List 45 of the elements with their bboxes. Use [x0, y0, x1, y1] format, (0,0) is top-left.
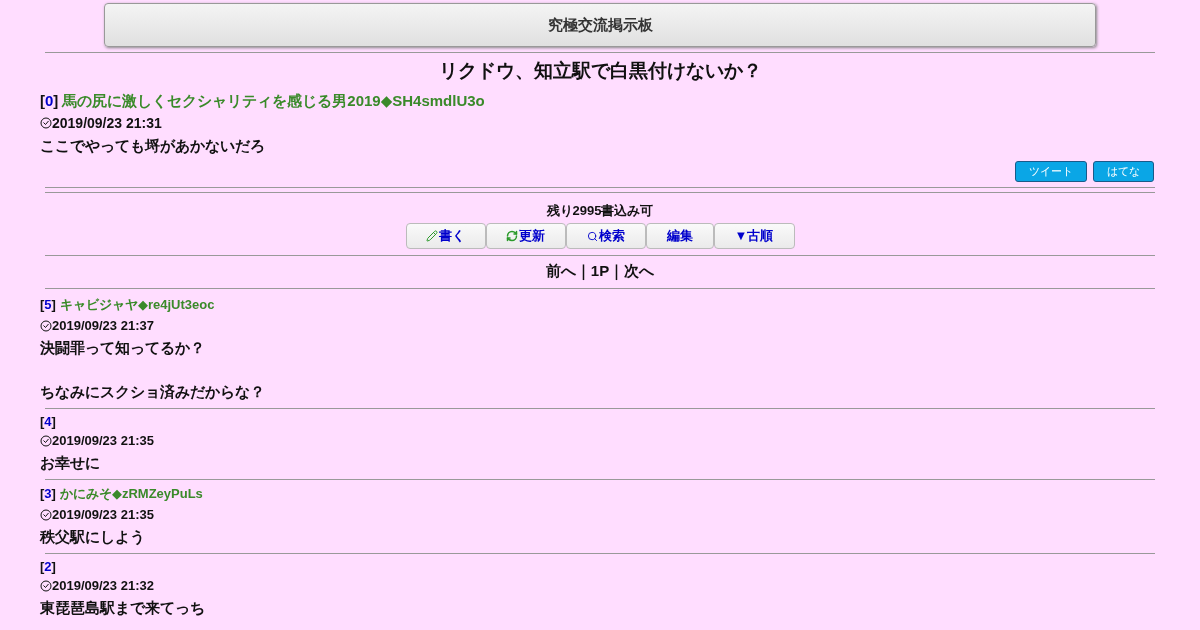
- toolbar-button[interactable]: 書く: [405, 223, 486, 249]
- clock-icon: [40, 508, 52, 521]
- post-number-link[interactable]: 3: [44, 486, 52, 501]
- post-number-link[interactable]: 4: [44, 414, 52, 429]
- post-number-link[interactable]: 2: [44, 559, 52, 574]
- post-body: 東琵琶島駅まで来てっち: [40, 598, 206, 618]
- board-title-bar[interactable]: 究極交流掲示板: [104, 3, 1096, 47]
- post-date: 2019/09/23 21:32: [52, 578, 154, 593]
- pager-separator: ｜: [575, 262, 591, 281]
- post-date: 2019/09/23 21:35: [52, 433, 154, 448]
- post-body: お幸せに: [40, 453, 101, 473]
- page-number: 1P: [590, 262, 610, 281]
- toolbar-button[interactable]: ▼古順: [713, 223, 795, 249]
- remaining-posts: 残り2995書込み可: [546, 202, 654, 220]
- prev-link[interactable]: 前へ: [545, 262, 576, 281]
- post-number: [2]: [40, 559, 56, 574]
- clock-icon: [40, 579, 52, 592]
- toolbar-button[interactable]: 検索: [565, 223, 646, 249]
- poster-name: かにみそ◆zRMZeyPuLs: [59, 485, 203, 503]
- post-number-link[interactable]: 5: [44, 297, 52, 312]
- post-body: ちなみにスクショ済みだからな？: [40, 382, 266, 402]
- poster-name: 馬の尻に激しくセクシャリティを感じる男2019◆SH4smdlU3o: [62, 92, 485, 111]
- post-date: 2019/09/23 21:35: [52, 507, 154, 522]
- toolbar-button[interactable]: 更新: [485, 223, 566, 249]
- search-icon: [586, 230, 598, 242]
- post-body: 秩父駅にしよう: [40, 527, 146, 547]
- refresh-icon: [506, 230, 518, 242]
- post-body: ここでやっても埒があかないだろ: [40, 136, 266, 156]
- post-body: 決闘罪って知ってるか？: [40, 338, 206, 358]
- thread-title: リクドウ、知立駅で白黒付けないか？: [438, 59, 762, 83]
- poster-name: キャビジャヤ◆re4jUt3eoc: [59, 296, 215, 314]
- pager-separator: ｜: [609, 262, 625, 281]
- pencil-icon: [426, 230, 438, 242]
- post-number: [0]: [40, 92, 59, 109]
- next-link[interactable]: 次へ: [624, 262, 655, 281]
- clock-icon: [40, 434, 52, 447]
- post-number: [3]: [40, 486, 56, 501]
- post-date: 2019/09/23 21:37: [52, 318, 154, 333]
- post-number: [4]: [40, 414, 56, 429]
- post-date: 2019/09/23 21:31: [52, 115, 162, 131]
- post-number: [5]: [40, 297, 56, 312]
- clock-icon: [40, 117, 52, 129]
- post-number-link[interactable]: 0: [45, 92, 54, 109]
- toolbar-button[interactable]: 編集: [645, 223, 714, 249]
- clock-icon: [40, 319, 52, 332]
